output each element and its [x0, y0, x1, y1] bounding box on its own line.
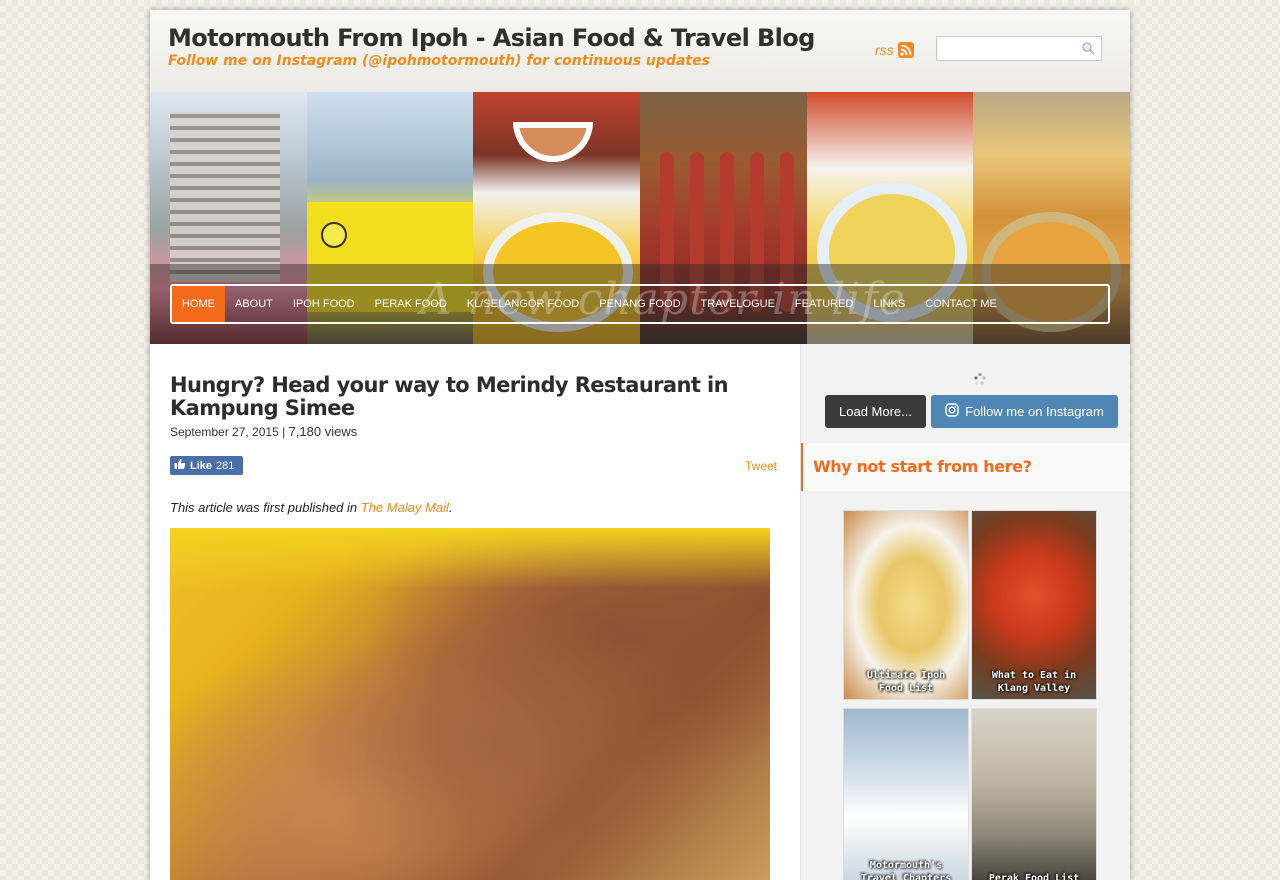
nav-item-featured[interactable]: FEATURED: [785, 286, 863, 322]
follow-label: Follow me on Instagram: [965, 404, 1104, 419]
post-views: 7,180 views: [288, 424, 358, 439]
thumbs-up-icon: [174, 458, 186, 473]
page-container: Motormouth From Ipoh - Asian Food & Trav…: [150, 10, 1130, 880]
post-date: September 27, 2015: [170, 425, 279, 439]
rss-link[interactable]: rss: [875, 42, 914, 58]
meta-separator: |: [282, 425, 286, 439]
nav-item-about[interactable]: ABOUT: [225, 286, 283, 322]
like-label: Like: [190, 459, 213, 472]
nav-item-perak-food[interactable]: PERAK FOOD: [365, 286, 457, 322]
load-more-button[interactable]: Load More...: [825, 395, 926, 428]
search-input[interactable]: [937, 37, 1077, 60]
thumb-caption: Perak Food List: [988, 873, 1080, 880]
sidebar-heading-box: Why not start from here?: [801, 443, 1130, 491]
thumb-caption: Ultimate Ipoh Food List: [866, 670, 946, 694]
rss-icon: [897, 42, 914, 58]
thumb-travel-chapters[interactable]: Motormouth's Travel Chapters: [843, 708, 969, 880]
thumb-caption: What to Eat in Klang Valley: [991, 670, 1077, 694]
sidebar: Load More... Follow me on Instagram Why …: [800, 344, 1130, 880]
intro-prefix: This article was first published in: [170, 500, 358, 515]
malay-mail-link[interactable]: The Malay Mail: [361, 500, 449, 515]
post-content: Hungry? Head your way to Merindy Restaur…: [150, 344, 800, 880]
post-hero-image: [170, 528, 770, 880]
site-header: Motormouth From Ipoh - Asian Food & Trav…: [150, 10, 1130, 92]
thumb-klang-valley[interactable]: What to Eat in Klang Valley: [971, 510, 1097, 700]
nav-item-links[interactable]: LINKS: [863, 286, 915, 322]
thumb-caption: Motormouth's Travel Chapters: [860, 860, 952, 880]
nav-item-penang-food[interactable]: PENANG FOOD: [589, 286, 690, 322]
main-nav: HOME ABOUT IPOH FOOD PERAK FOOD KL/SELAN…: [170, 284, 1110, 324]
rss-label: rss: [875, 42, 894, 58]
header-banner: A new chapter in life HOME ABOUT IPOH FO…: [150, 92, 1130, 344]
instagram-follow-button[interactable]: Follow me on Instagram: [931, 395, 1118, 428]
search-icon[interactable]: [1081, 41, 1095, 60]
thumb-ipoh-food-list[interactable]: Ultimate Ipoh Food List: [843, 510, 969, 700]
loading-spinner-icon: [973, 372, 987, 391]
post-title[interactable]: Hungry? Head your way to Merindy Restaur…: [170, 374, 780, 420]
site-tagline: Follow me on Instagram (@ipohmotormouth)…: [168, 53, 710, 69]
nav-item-kl-selangor-food[interactable]: KL/SELANGOR FOOD: [457, 286, 589, 322]
search-box: [936, 36, 1102, 61]
tweet-button[interactable]: Tweet: [745, 459, 777, 473]
facebook-like-button[interactable]: Like 281: [170, 456, 243, 475]
post-meta: September 27, 2015 | 7,180 views: [170, 424, 357, 439]
nav-item-ipoh-food[interactable]: IPOH FOOD: [283, 286, 365, 322]
like-count: 281: [216, 459, 235, 472]
nav-item-home[interactable]: HOME: [172, 286, 225, 322]
site-title[interactable]: Motormouth From Ipoh - Asian Food & Trav…: [168, 24, 815, 52]
sidebar-heading: Why not start from here?: [813, 457, 1032, 476]
nav-item-travelogue[interactable]: TRAVELOGUE: [691, 286, 785, 322]
post-intro: This article was first published in The …: [170, 500, 453, 515]
thumb-perak-food-list[interactable]: Perak Food List: [971, 708, 1097, 880]
nav-item-contact-me[interactable]: CONTACT ME: [915, 286, 1007, 322]
intro-suffix: .: [448, 500, 453, 515]
instagram-icon: [945, 403, 959, 420]
